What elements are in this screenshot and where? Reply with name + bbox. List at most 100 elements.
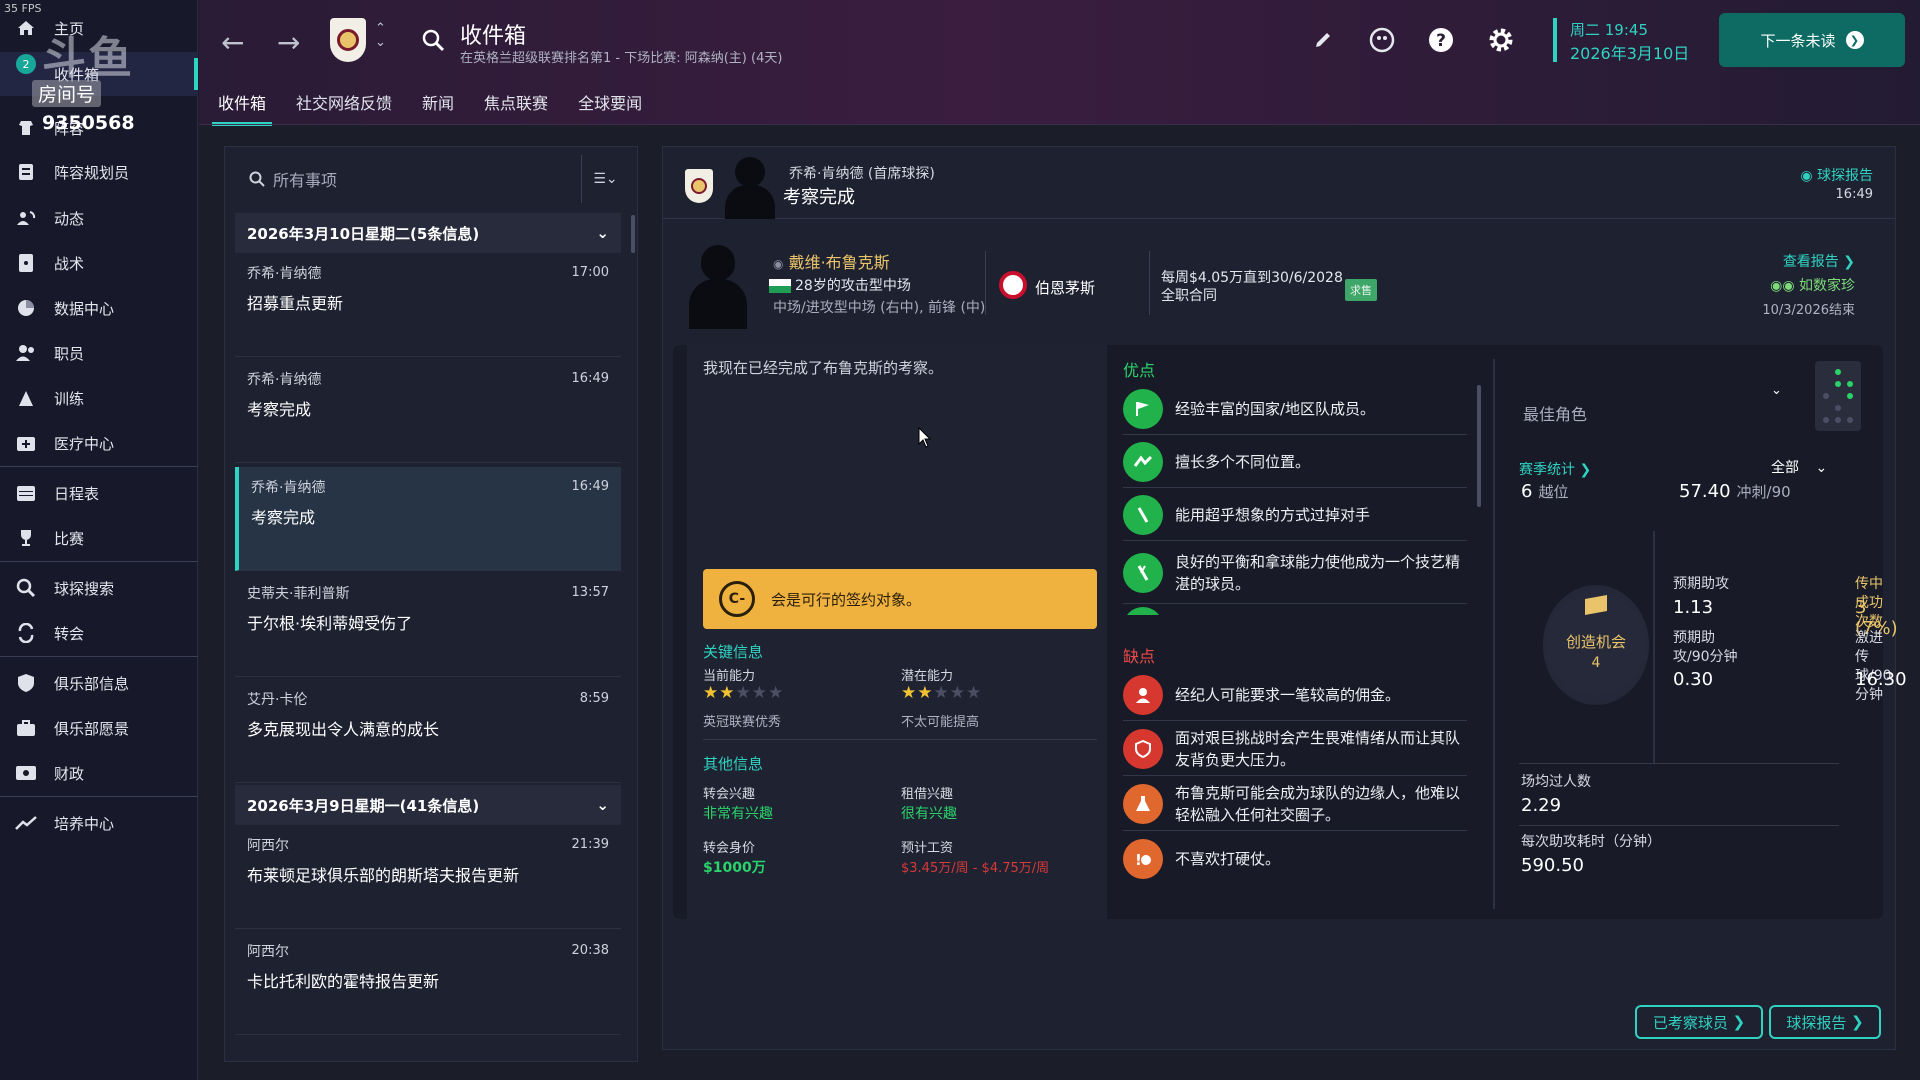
expected-wage-value: $3.45万/周 - $4.75万/周 (901, 861, 1050, 876)
chevron-down-icon[interactable]: ⌄ (1771, 383, 1782, 398)
sidebar-item-training[interactable]: 训练 (0, 376, 198, 420)
sidebar-item-schedule[interactable]: 日程表 (0, 471, 198, 515)
page-subtitle: 在英格兰超级联赛排名第1 - 下场比赛: 阿森纳(主) (4天) (460, 51, 783, 66)
offsides-value: 6 (1521, 481, 1533, 502)
tab-world-news[interactable]: 全球要闻 (578, 86, 642, 124)
agent-icon (1123, 674, 1163, 715)
message-time: 17:00 (571, 265, 609, 280)
sidebar-item-data-hub[interactable]: 数据中心 (0, 286, 198, 330)
message-sender: 乔希·肯纳德 (247, 266, 322, 282)
sidebar-divider (0, 561, 198, 562)
message-sender: 阿西尔 (247, 944, 289, 960)
shield-icon (14, 671, 38, 695)
tab-inbox[interactable]: 收件箱 (211, 86, 273, 126)
next-unread-button[interactable]: 下一条未读 ❯ (1719, 13, 1905, 67)
inbox-search-input[interactable]: 所有事项 (235, 155, 575, 203)
scout-report-body: 我现在已经完成了布鲁克斯的考察。 C- 会是可行的签约对象。 关键信息 当前能力… (673, 345, 1907, 919)
briefcase-icon (14, 716, 38, 740)
player-name: 戴维·布鲁克斯 (788, 253, 890, 272)
sidebar-item-squad-planner[interactable]: 阵容规划员 (0, 150, 198, 194)
sidebar-item-dynamics[interactable]: 动态 (0, 196, 198, 240)
tab-focus-leagues[interactable]: 焦点联赛 (484, 86, 548, 124)
inbox-message[interactable]: 史蒂夫·菲利普斯 13:57 于尔根·埃利蒂姆受伤了 (235, 573, 621, 677)
sidebar-item-development[interactable]: 培养中心 (0, 801, 198, 845)
development-icon (14, 811, 38, 835)
data-hub-icon (14, 296, 38, 320)
player-club[interactable]: 伯恩茅斯 (1035, 277, 1095, 298)
other-info-title: 其他信息 (703, 755, 764, 773)
season-stats-link[interactable]: 赛季统计 ❯ (1519, 459, 1591, 479)
forward-arrow-icon[interactable]: → (277, 26, 300, 59)
transfer-interest-value: 非常有兴趣 (703, 806, 773, 822)
filter-menu-icon[interactable]: ☰⌄ (581, 155, 629, 203)
knowledge-label: 如数家珍 (1799, 278, 1855, 294)
message-sender: 艾丹·卡伦 (247, 692, 308, 708)
club-switch-icon[interactable]: ⌃ ⌄ (375, 22, 386, 50)
help-icon[interactable]: ? (1425, 24, 1457, 56)
message-subject: 考察完成 (251, 508, 316, 527)
scouting-end-date: 10/3/2026结束 (1762, 303, 1855, 318)
star-filled-icon: ★ (719, 683, 736, 703)
inbox-scrollbar[interactable] (631, 215, 635, 253)
search-icon[interactable] (417, 24, 449, 56)
potential-ability-label: 潜在能力 (901, 669, 954, 684)
pros-scrollbar[interactable] (1477, 385, 1481, 507)
versatility-icon (1123, 441, 1163, 482)
balance-icon (1123, 552, 1163, 593)
view-report-link[interactable]: 查看报告 ❯ (1783, 251, 1855, 271)
sidebar-item-club-vision[interactable]: 俱乐部愿景 (0, 706, 198, 750)
xa90-value: 0.30 (1673, 669, 1714, 690)
offsides-stat: 6 越位 (1521, 481, 1568, 502)
inbox-message[interactable]: 艾丹·卡伦 8:59 多克展现出令人满意的成长 (235, 679, 621, 783)
message-detail-panel: 乔希·肯纳德 (首席球探) 考察完成 ◉ 球探报告 16:49 ◉ 戴维·布鲁克… (662, 146, 1907, 1050)
sidebar-item-competitions[interactable]: 比赛 (0, 516, 198, 560)
finance-icon (14, 761, 38, 785)
pressure-shield-icon (1123, 728, 1163, 769)
pro-text: 良好的平衡和拿球能力使他成为一个技艺精湛的球员。 (1175, 552, 1461, 593)
message-subject: 卡比托利欧的霍特报告更新 (247, 972, 440, 991)
sidebar-item-staff[interactable]: 职员 (0, 331, 198, 375)
inbox-list-panel: 所有事项 ☰⌄ 2026年3月10日星期二(5条信息) ⌄ 乔希·肯纳德 17:… (224, 146, 638, 1062)
sidebar-item-label: 转会 (54, 624, 85, 643)
club-crest-icon[interactable] (330, 18, 366, 62)
fm-logo-icon[interactable] (1366, 24, 1398, 56)
inbox-message[interactable]: 乔希·肯纳德 16:49 考察完成 (235, 359, 621, 463)
sidebar-item-label: 数据中心 (54, 299, 115, 318)
player-name-link[interactable]: ◉ 戴维·布鲁克斯 (773, 249, 890, 273)
edit-pencil-icon[interactable] (1307, 24, 1339, 56)
sidebar-item-tactics[interactable]: 战术 (0, 241, 198, 285)
sidebar: 35 FPS 主页 收件箱 2 阵容 斗鱼 房间号 9350568 阵容规划员 … (0, 0, 198, 1080)
dynamics-icon (14, 206, 38, 230)
sidebar-item-label: 阵容规划员 (54, 163, 130, 182)
sidebar-item-scouting[interactable]: 球探搜索 (0, 566, 198, 610)
key-info-title: 关键信息 (703, 643, 764, 661)
sidebar-item-club-info[interactable]: 俱乐部信息 (0, 661, 198, 705)
inbox-message-selected[interactable]: 乔希·肯纳德 16:49 考察完成 (235, 467, 621, 571)
inbox-message[interactable]: 乔希·肯纳德 17:00 招募重点更新 (235, 253, 621, 357)
pro-item: 经验丰富的国家/地区队成员。 (1123, 383, 1467, 435)
sidebar-item-label: 俱乐部信息 (54, 674, 130, 693)
settings-gear-icon[interactable] (1485, 24, 1517, 56)
sidebar-item-medical[interactable]: 医疗中心 (0, 421, 198, 465)
inbox-message[interactable]: 阿西尔 20:38 卡比托利欧的霍特报告更新 (235, 931, 621, 1035)
flag-icon (1585, 595, 1607, 615)
back-arrow-icon[interactable]: ← (221, 26, 244, 59)
sidebar-item-label: 日程表 (54, 484, 100, 503)
message-sender: 阿西尔 (247, 838, 289, 854)
stats-filter-dropdown[interactable]: 全部 ⌄ (1771, 457, 1827, 477)
calendar-icon (14, 481, 38, 505)
sidebar-item-finances[interactable]: 财政 (0, 751, 198, 795)
scout-report-button[interactable]: 球探报告 ❯ (1769, 1005, 1881, 1039)
date-group-header[interactable]: 2026年3月9日星期一(41条信息) ⌄ (235, 785, 621, 825)
inbox-message[interactable]: 阿西尔 21:39 布莱顿足球俱乐部的朗斯塔夫报告更新 (235, 825, 621, 929)
tab-news[interactable]: 新闻 (422, 86, 454, 124)
sidebar-item-transfers[interactable]: 转会 (0, 611, 198, 655)
tab-social-feedback[interactable]: 社交网络反馈 (296, 86, 392, 124)
group-title: 2026年3月9日星期一(41条信息) (247, 796, 480, 815)
chevron-down-icon: ⌄ (596, 796, 609, 814)
divider (1653, 531, 1655, 763)
date-group-header[interactable]: 2026年3月10日星期二(5条信息) ⌄ (235, 213, 621, 253)
current-date: 2026年3月10日 (1570, 44, 1690, 63)
scouted-players-button[interactable]: 已考察球员 ❯ (1635, 1005, 1763, 1039)
scout-report-link[interactable]: ◉ 球探报告 (1800, 165, 1873, 185)
